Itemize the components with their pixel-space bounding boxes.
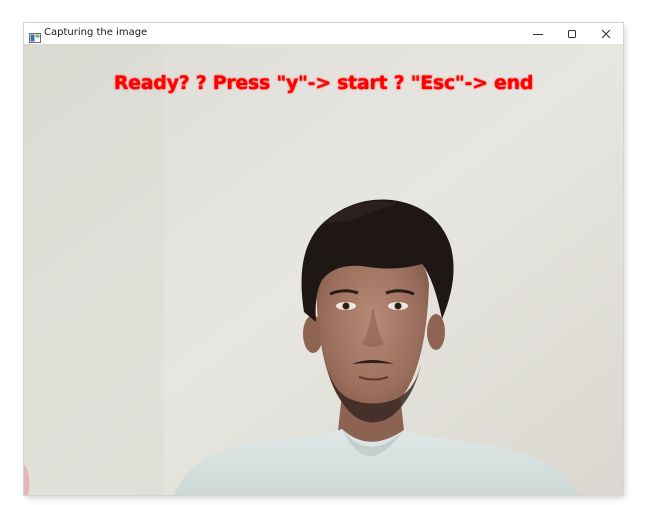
close-icon (601, 29, 611, 39)
capture-instructions: Ready? ? Press "y"-> start ? "Esc"-> end (113, 72, 534, 94)
maximize-icon (567, 29, 577, 39)
title-bar[interactable]: Capturing the image (24, 23, 623, 44)
minimize-icon (533, 29, 543, 39)
capture-window: Capturing the image Ready? ? Press "y"->… (24, 23, 623, 495)
window-title: Capturing the image (44, 27, 148, 38)
webcam-image (24, 44, 623, 495)
close-button[interactable] (589, 23, 623, 44)
maximize-button[interactable] (555, 23, 589, 44)
app-icon (29, 28, 41, 43)
minimize-button[interactable] (521, 23, 555, 44)
webcam-feed: Ready? ? Press "y"-> start ? "Esc"-> end (24, 44, 623, 495)
